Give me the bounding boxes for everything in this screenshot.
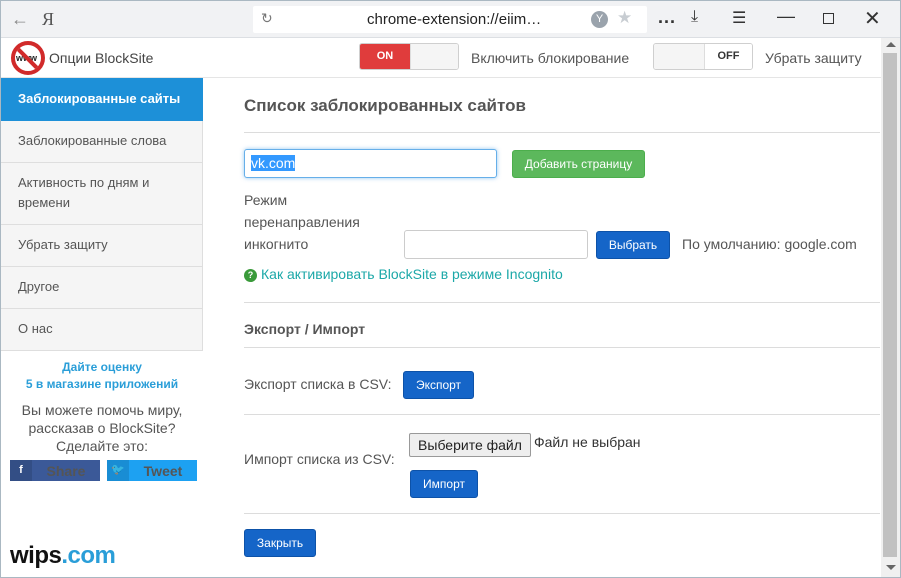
app-title: Опции BlockSite <box>49 50 154 66</box>
minimize-icon[interactable]: — <box>777 6 795 27</box>
twitter-bird-icon: 🐦 <box>107 460 129 481</box>
yandex-logo-icon[interactable]: Я <box>42 9 54 30</box>
sidebar-item-blocked-words[interactable]: Заблокированные слова <box>1 121 203 163</box>
browser-toolbar: ← Я ↻ chrome-extension://eiim… Y ★ ... ⤓… <box>1 1 900 38</box>
block-toggle-label: Включить блокирование <box>471 50 630 66</box>
add-page-button[interactable]: Добавить страницу <box>512 150 645 178</box>
protection-toggle-state: OFF <box>704 44 752 69</box>
import-button[interactable]: Импорт <box>410 470 478 498</box>
scroll-down-icon[interactable] <box>886 565 896 570</box>
redirect-url-input[interactable] <box>404 230 588 259</box>
browser-window: ← Я ↻ chrome-extension://eiim… Y ★ ... ⤓… <box>0 0 901 578</box>
choose-file-button[interactable]: Выберите файл <box>409 433 531 457</box>
bookmark-star-icon[interactable]: ★ <box>617 8 632 28</box>
app-header: www Опции BlockSite ON Включить блокиров… <box>1 38 881 78</box>
block-toggle-state: ON <box>360 44 410 69</box>
file-status-text: Файл не выбран <box>534 434 641 450</box>
divider <box>244 347 880 348</box>
site-url-input[interactable]: vk.com <box>244 149 497 178</box>
protection-toggle-label: Убрать защиту <box>765 50 862 66</box>
facebook-share-button[interactable]: f Share <box>10 460 100 481</box>
wips-main: wips <box>10 542 62 569</box>
refresh-icon[interactable]: ↻ <box>261 10 273 27</box>
twitter-tweet-button[interactable]: 🐦 Tweet <box>107 460 197 481</box>
sidebar-item-blocked-sites[interactable]: Заблокированные сайты <box>1 78 203 121</box>
question-circle-icon: ? <box>244 269 257 282</box>
incognito-label-line2: перенаправления <box>244 214 360 230</box>
facebook-icon: f <box>10 460 32 481</box>
help-text-line2: рассказав о BlockSite? <box>28 420 176 436</box>
sidebar-item-remove-protection[interactable]: Убрать защиту <box>1 225 203 267</box>
default-redirect-text: По умолчанию: google.com <box>682 236 857 252</box>
block-toggle-track <box>410 44 458 69</box>
wips-watermark: wips.com <box>10 542 116 570</box>
menu-icon[interactable]: ☰ <box>732 8 746 28</box>
download-icon[interactable]: ⤓ <box>691 8 698 26</box>
export-label: Экспорт списка в CSV: <box>244 376 392 392</box>
more-dots-icon[interactable]: ... <box>658 7 676 28</box>
incognito-help-text[interactable]: Как активировать BlockSite в режиме Inco… <box>261 266 563 282</box>
sidebar: Заблокированные сайты Заблокированные сл… <box>1 78 203 577</box>
blocksite-logo-icon: www <box>11 41 45 75</box>
help-text-line1: Вы можете помочь миру, <box>21 402 183 418</box>
export-button[interactable]: Экспорт <box>403 371 474 399</box>
sidebar-item-other[interactable]: Другое <box>1 267 203 309</box>
close-button[interactable]: Закрыть <box>244 529 316 557</box>
help-text-line3: Сделайте это: <box>55 438 149 454</box>
divider <box>244 132 880 133</box>
incognito-label-line1: Режим <box>244 192 288 208</box>
protection-toggle[interactable]: OFF <box>653 43 753 70</box>
maximize-icon[interactable] <box>823 13 834 24</box>
address-bar[interactable]: ↻ chrome-extension://eiim… Y ★ <box>253 6 647 33</box>
sidebar-item-schedule[interactable]: Активность по дням и времени <box>1 163 203 225</box>
incognito-label-line3: инкогнито <box>244 236 309 252</box>
protection-toggle-track <box>654 44 704 69</box>
close-window-icon[interactable]: ✕ <box>864 6 881 31</box>
scroll-up-icon[interactable] <box>886 42 896 47</box>
url-text[interactable]: chrome-extension://eiim… <box>367 11 541 28</box>
choose-button[interactable]: Выбрать <box>596 231 670 259</box>
scrollbar-thumb[interactable] <box>883 53 897 557</box>
vertical-scrollbar[interactable] <box>881 38 900 577</box>
site-url-value: vk.com <box>251 155 296 171</box>
divider <box>244 302 880 303</box>
rate-link-line1[interactable]: Дайте оценку <box>1 359 203 376</box>
facebook-share-label: Share <box>46 463 86 479</box>
incognito-help-link[interactable]: ? Как активировать BlockSite в режиме Inc… <box>244 266 563 282</box>
divider <box>244 414 880 415</box>
back-arrow-icon[interactable]: ← <box>11 9 29 30</box>
rate-link-line2[interactable]: 5 в магазине приложений <box>1 376 203 393</box>
main-content: Список заблокированных сайтов vk.com Доб… <box>203 78 881 577</box>
wips-tail: com <box>67 542 116 569</box>
import-label: Импорт списка из CSV: <box>244 451 395 467</box>
sidebar-item-about[interactable]: О нас <box>1 309 203 351</box>
twitter-tweet-label: Tweet <box>143 463 183 479</box>
block-toggle[interactable]: ON <box>359 43 459 70</box>
extension-icon[interactable]: Y <box>591 11 608 28</box>
page-title: Список заблокированных сайтов <box>244 96 526 115</box>
divider <box>244 513 880 514</box>
export-import-title: Экспорт / Импорт <box>244 321 366 337</box>
